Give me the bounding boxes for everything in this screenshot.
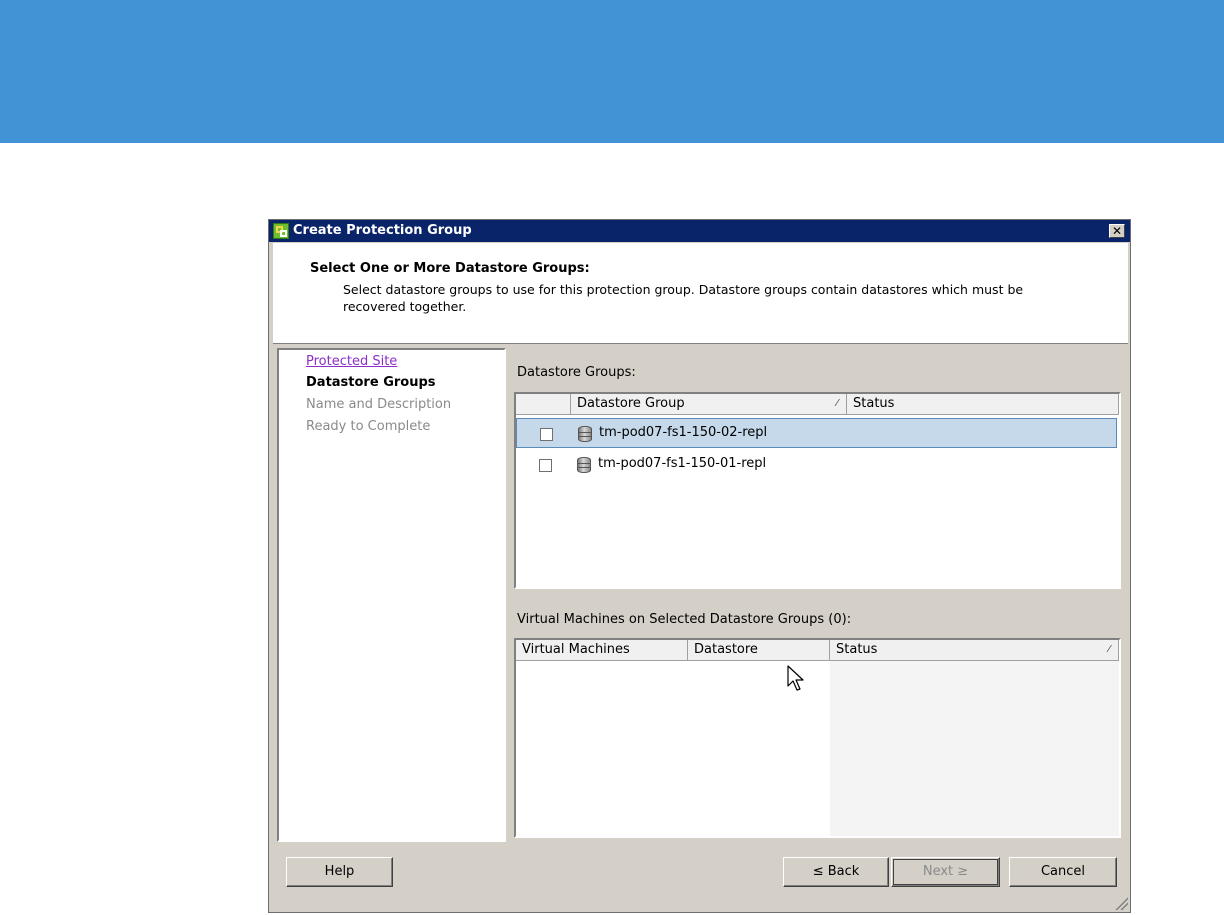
page-description: Select datastore groups to use for this … xyxy=(343,282,1024,314)
step-datastore-groups: Datastore Groups xyxy=(306,375,436,390)
column-vm-status[interactable]: Status ⁄ xyxy=(830,640,1119,661)
sort-icon: ⁄ xyxy=(1108,644,1110,655)
page-title: Select One or More Datastore Groups: xyxy=(310,261,590,276)
virtual-machines-table: Virtual Machines Datastore Status ⁄ xyxy=(514,638,1121,838)
step-ready-to-complete: Ready to Complete xyxy=(306,419,431,434)
column-datastore[interactable]: Datastore xyxy=(688,640,830,661)
resize-grip-icon[interactable] xyxy=(1114,896,1128,910)
column-status-label: Status xyxy=(853,396,895,411)
datastore-group-name: tm-pod07-fs1-150-01-repl xyxy=(598,456,767,471)
step-name-and-description: Name and Description xyxy=(306,397,452,412)
table-row[interactable]: tm-pod07-fs1-150-01-repl xyxy=(516,450,1117,480)
row-checkbox[interactable] xyxy=(539,459,552,472)
wizard-header: Select One or More Datastore Groups: Sel… xyxy=(273,243,1128,344)
column-datastore-label: Datastore xyxy=(694,642,758,657)
back-button[interactable]: ≤ Back xyxy=(783,857,889,887)
table-row[interactable]: tm-pod07-fs1-150-02-repl xyxy=(516,418,1117,448)
column-status[interactable]: Status xyxy=(847,394,1119,415)
window-title: Create Protection Group xyxy=(293,223,472,238)
datastore-group-name: tm-pod07-fs1-150-02-repl xyxy=(599,425,768,440)
help-button[interactable]: Help xyxy=(286,857,393,887)
step-protected-site[interactable]: Protected Site xyxy=(306,354,397,369)
status-column-background xyxy=(830,661,1119,836)
wizard-steps: Protected Site Datastore Groups Name and… xyxy=(277,348,506,842)
close-icon[interactable]: ✕ xyxy=(1109,224,1125,238)
cursor-icon xyxy=(787,665,804,691)
cancel-button[interactable]: Cancel xyxy=(1009,857,1117,887)
title-bar[interactable]: Create Protection Group ✕ xyxy=(269,220,1130,242)
sort-icon: ⁄ xyxy=(836,398,838,409)
datastore-icon xyxy=(578,426,592,442)
column-checkbox[interactable] xyxy=(516,394,571,415)
app-icon xyxy=(273,223,289,239)
datastore-groups-table: Datastore Group ⁄ Status tm-pod07-fs1-15… xyxy=(514,392,1121,589)
top-banner xyxy=(0,0,1224,143)
column-datastore-group-label: Datastore Group xyxy=(577,396,685,411)
virtual-machines-label: Virtual Machines on Selected Datastore G… xyxy=(517,612,852,627)
column-virtual-machines[interactable]: Virtual Machines xyxy=(516,640,688,661)
next-button[interactable]: Next ≥ xyxy=(891,857,1000,887)
column-virtual-machines-label: Virtual Machines xyxy=(522,642,630,657)
datastore-icon xyxy=(577,457,591,473)
row-checkbox[interactable] xyxy=(540,428,553,441)
column-vm-status-label: Status xyxy=(836,642,878,657)
create-protection-group-dialog: Create Protection Group ✕ Select One or … xyxy=(268,219,1131,913)
column-datastore-group[interactable]: Datastore Group ⁄ xyxy=(571,394,847,415)
datastore-groups-label: Datastore Groups: xyxy=(517,365,636,380)
